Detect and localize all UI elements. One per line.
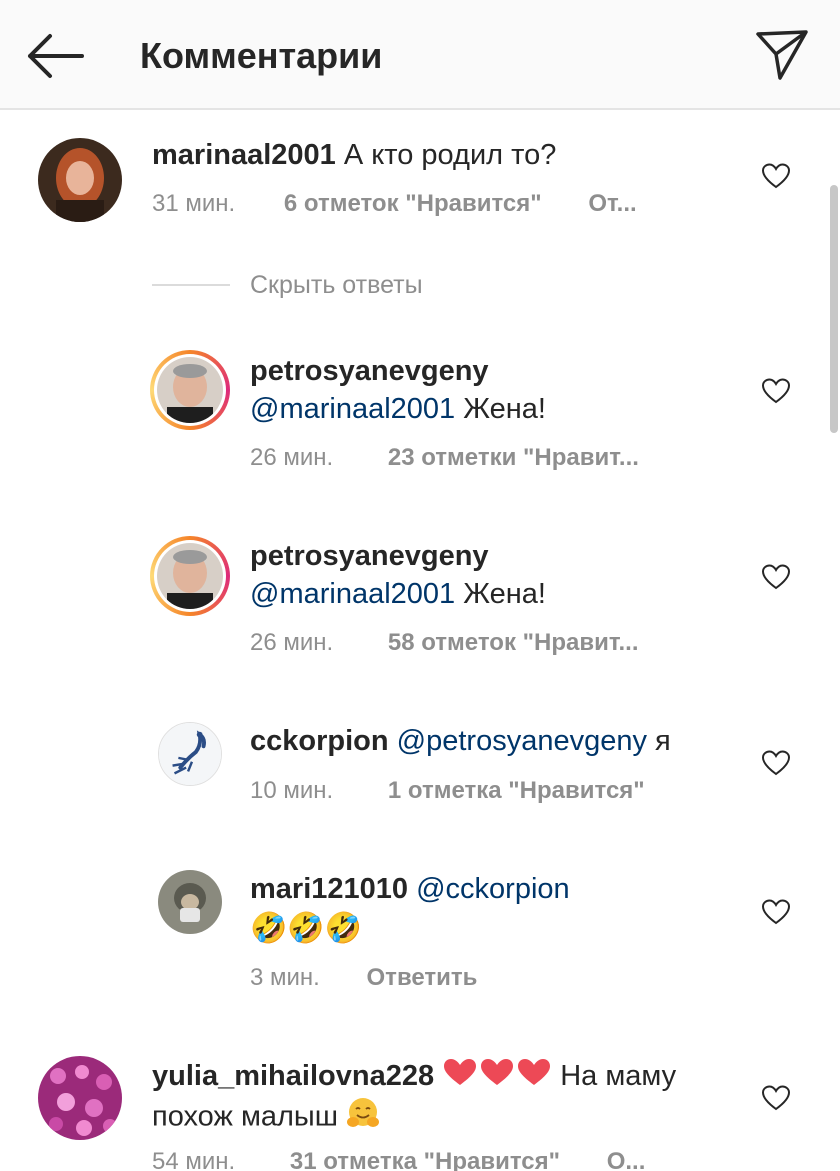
reply-button[interactable]: О... bbox=[607, 1148, 646, 1171]
reply-body: Жена! bbox=[463, 393, 546, 425]
mention-link[interactable]: @marinaal2001 bbox=[250, 578, 455, 610]
hide-replies-button[interactable]: Скрыть ответы bbox=[250, 268, 423, 302]
reply-time: 26 мин. bbox=[250, 629, 334, 656]
red-heart-icon bbox=[442, 1057, 552, 1097]
reply-text: mari121010 @cckorpion bbox=[250, 870, 570, 908]
reply-button[interactable]: Ответить bbox=[367, 964, 478, 991]
heart-icon[interactable] bbox=[761, 563, 791, 591]
comment-body: На маму bbox=[560, 1060, 677, 1092]
heart-icon[interactable] bbox=[761, 377, 791, 405]
reply-text: cckorpion @petrosyanevgeny я bbox=[250, 722, 671, 760]
likes-count[interactable]: 31 отметка "Нравится" bbox=[290, 1148, 560, 1171]
reply-meta: 26 мин. 58 отметок "Нравит... bbox=[250, 627, 639, 659]
avatar[interactable] bbox=[150, 536, 230, 616]
comment-meta: 54 мин. 31 отметка "Нравится" О... bbox=[152, 1146, 645, 1171]
reply-meta: 3 мин. Ответить bbox=[250, 962, 477, 994]
comment-text: yulia_mihailovna228 На маму bbox=[152, 1057, 676, 1097]
likes-count[interactable]: 58 отметок "Нравит... bbox=[388, 629, 639, 656]
reply-emoji-text: 🤣🤣🤣 bbox=[250, 910, 362, 948]
avatar[interactable] bbox=[38, 138, 122, 222]
top-bar: Комментарии bbox=[0, 0, 840, 110]
comment-time: 54 мин. bbox=[152, 1148, 236, 1171]
mention-link[interactable]: @marinaal2001 bbox=[250, 393, 455, 425]
avatar[interactable] bbox=[158, 722, 222, 786]
likes-count[interactable]: 23 отметки "Нравит... bbox=[388, 444, 639, 471]
reply-time: 10 мин. bbox=[250, 777, 334, 804]
comment-text-line2: похож малыш bbox=[152, 1096, 380, 1140]
laughing-emoji-row: 🤣🤣🤣 bbox=[250, 912, 363, 945]
reply-time: 3 мин. bbox=[250, 964, 320, 991]
heart-icon[interactable] bbox=[761, 898, 791, 926]
avatar[interactable] bbox=[158, 870, 222, 934]
reply-text: @marinaal2001 Жена! bbox=[250, 390, 546, 428]
paper-plane-icon[interactable] bbox=[752, 26, 812, 84]
mention-link[interactable]: @petrosyanevgeny bbox=[397, 725, 647, 757]
reply-meta: 10 мин. 1 отметка "Нравится" bbox=[250, 775, 645, 807]
divider-line bbox=[152, 284, 230, 286]
heart-icon[interactable] bbox=[761, 162, 791, 190]
reply-body: Жена! bbox=[463, 578, 546, 610]
reply-username[interactable]: petrosyanevgeny bbox=[250, 352, 489, 390]
likes-count[interactable]: 6 отметок "Нравится" bbox=[284, 190, 542, 217]
reply-button[interactable]: От... bbox=[588, 190, 636, 217]
arrow-left-icon[interactable] bbox=[22, 30, 86, 82]
avatar[interactable] bbox=[150, 350, 230, 430]
heart-icon[interactable] bbox=[761, 749, 791, 777]
comment-username[interactable]: marinaal2001 bbox=[152, 139, 336, 171]
scrollbar[interactable] bbox=[830, 185, 838, 433]
page-title: Комментарии bbox=[140, 35, 383, 76]
heart-icon[interactable] bbox=[761, 1084, 791, 1112]
reply-username[interactable]: petrosyanevgeny bbox=[250, 537, 489, 575]
hugging-emoji-icon bbox=[346, 1096, 380, 1140]
reply-meta: 26 мин. 23 отметки "Нравит... bbox=[250, 442, 639, 474]
comment-time: 31 мин. bbox=[152, 190, 236, 217]
avatar[interactable] bbox=[38, 1056, 122, 1140]
comment-body: похож малыш bbox=[152, 1100, 339, 1133]
reply-username[interactable]: mari121010 bbox=[250, 873, 408, 905]
comment-meta: 31 мин. 6 отметок "Нравится" От... bbox=[152, 188, 637, 220]
mention-link[interactable]: @cckorpion bbox=[416, 873, 570, 905]
reply-time: 26 мин. bbox=[250, 444, 334, 471]
reply-body: я bbox=[655, 725, 671, 757]
comment-text: marinaal2001 А кто родил то? bbox=[152, 136, 556, 174]
comment-body: А кто родил то? bbox=[343, 139, 557, 171]
reply-text: @marinaal2001 Жена! bbox=[250, 575, 546, 613]
reply-username[interactable]: cckorpion bbox=[250, 725, 389, 757]
comment-username[interactable]: yulia_mihailovna228 bbox=[152, 1060, 434, 1092]
likes-count[interactable]: 1 отметка "Нравится" bbox=[388, 777, 645, 804]
